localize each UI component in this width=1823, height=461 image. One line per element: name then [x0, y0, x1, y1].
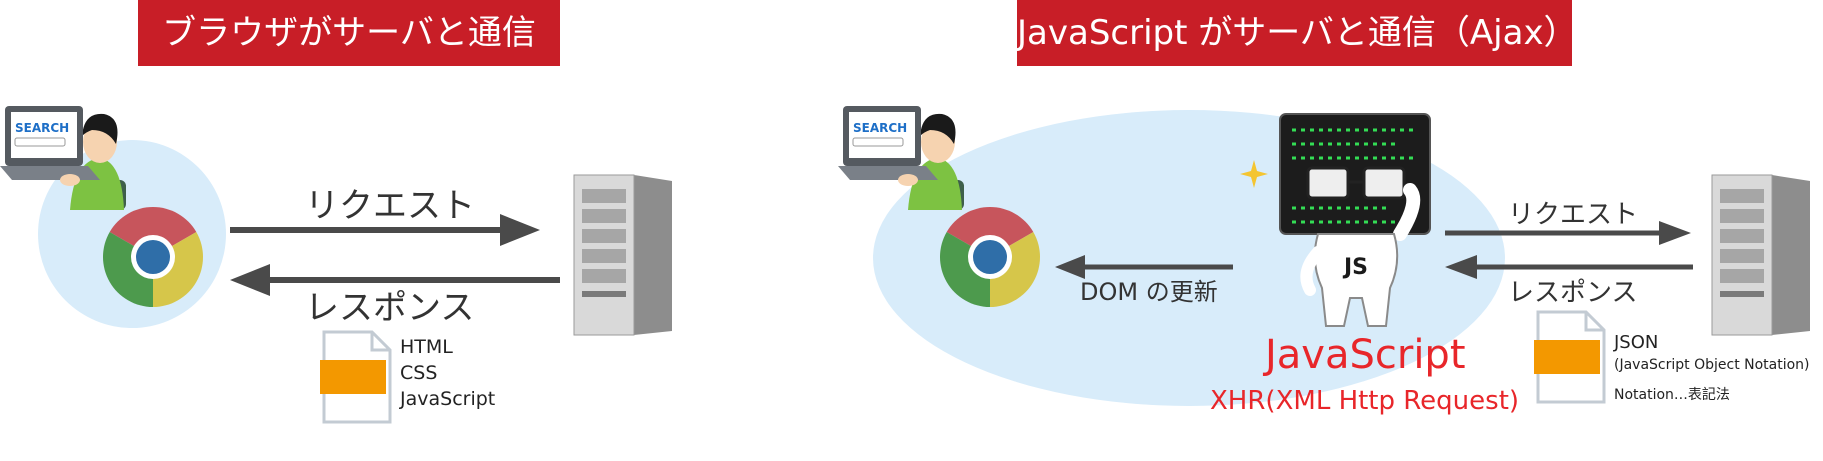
- doc-type-javascript: JavaScript: [400, 388, 496, 410]
- right-title: JavaScript がサーバと通信（Ajax）: [1017, 13, 1578, 53]
- left-title-banner: ブラウザがサーバと通信: [138, 0, 560, 66]
- right-server-icon: [1711, 174, 1810, 336]
- right-chrome-icon: [940, 207, 1040, 307]
- json-note: Notation…表記法: [1614, 387, 1730, 403]
- json-expansion: (JavaScript Object Notation): [1614, 357, 1810, 373]
- left-response-label: レスポンス: [305, 288, 475, 328]
- right-user-at-laptop-icon: SEARCH: [838, 106, 964, 210]
- dom-update-label: DOM の更新: [1080, 278, 1218, 306]
- xhr-label: XHR(XML Http Request): [1210, 386, 1520, 416]
- javascript-character-icon: JS: [1279, 113, 1431, 327]
- left-document-types: HTML CSS JavaScript: [400, 334, 495, 412]
- javascript-label: JavaScript: [1265, 332, 1466, 378]
- right-response-label: レスポンス: [1508, 278, 1638, 308]
- left-search-text: SEARCH: [15, 121, 69, 135]
- left-user-at-laptop-icon: SEARCH: [0, 106, 126, 210]
- json-title: JSON: [1614, 332, 1659, 353]
- sparkle-icon: [1240, 160, 1268, 188]
- left-request-label: リクエスト: [305, 186, 475, 226]
- js-badge-text: JS: [1342, 255, 1368, 280]
- right-request-label: リクエスト: [1508, 200, 1639, 230]
- right-search-text: SEARCH: [853, 121, 907, 135]
- json-document-icon: [1534, 310, 1606, 404]
- right-title-banner: JavaScript がサーバと通信（Ajax）: [1017, 0, 1578, 66]
- left-title: ブラウザがサーバと通信: [162, 13, 536, 53]
- left-server-icon: [573, 174, 672, 336]
- doc-type-css: CSS: [400, 362, 438, 384]
- doc-type-html: HTML: [400, 336, 453, 358]
- left-chrome-icon: [103, 207, 203, 307]
- left-document-icon: [320, 330, 392, 424]
